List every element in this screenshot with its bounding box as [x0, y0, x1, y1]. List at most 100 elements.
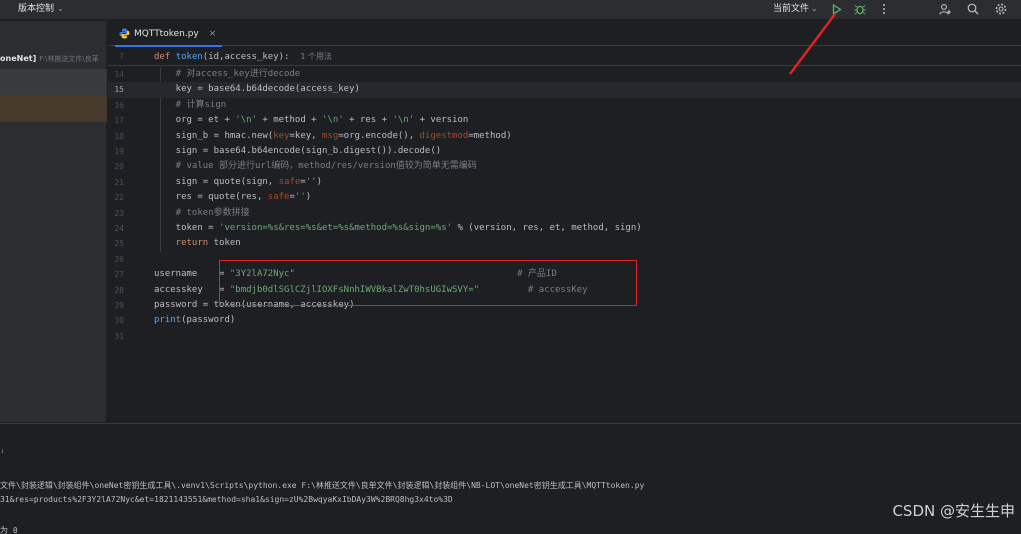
code-line[interactable]: 22 res = quote(res, safe='') — [108, 190, 1021, 205]
code-editor[interactable]: 14 # 对access_key进行decode 15 key = base64.… — [108, 67, 1021, 422]
line-number: 15 — [114, 85, 124, 95]
line-number: 28 — [114, 285, 124, 295]
code-token: '' — [294, 192, 306, 203]
usage-hint[interactable]: 1 个用法 — [300, 52, 332, 61]
code-token: =key, — [289, 130, 322, 141]
sticky-function-header[interactable]: 7 def token(id,access_key): 1 个用法 — [108, 47, 1021, 66]
add-user-icon[interactable] — [937, 0, 953, 18]
function-params: (id,access_key): — [202, 52, 290, 62]
search-icon[interactable] — [965, 0, 981, 18]
project-selection-highlight — [0, 95, 107, 122]
line-number: 16 — [114, 100, 124, 110]
close-icon[interactable]: × — [209, 29, 217, 39]
annotation-box — [219, 260, 637, 306]
code-token: + version — [414, 115, 469, 126]
code-token: # 计算sign — [154, 99, 227, 110]
line-number: 25 — [114, 239, 124, 249]
code-text: # 对access_key进行decode — [154, 67, 301, 82]
tab-mqtttoken[interactable]: MQTTtoken.py × — [113, 21, 224, 47]
code-token: ) — [316, 176, 322, 187]
code-token: + res + — [343, 115, 393, 126]
code-token: org = et + — [154, 115, 236, 126]
line-number: 22 — [114, 193, 124, 203]
line-number: 23 — [114, 208, 124, 218]
code-token: token — [208, 238, 241, 249]
run-exit-code: 为 0 — [0, 526, 18, 534]
line-number: 27 — [114, 270, 124, 280]
code-token: # 对access_key进行decode — [154, 69, 301, 79]
code-token: (password) — [181, 315, 236, 326]
line-number: 30 — [114, 316, 124, 326]
run-toolbar: ↓ — [0, 424, 1021, 456]
vcs-menu[interactable]: 版本控制 ⌄ — [18, 1, 64, 14]
code-text: res = quote(res, safe='') — [154, 190, 312, 205]
code-token: '\n' — [322, 115, 344, 126]
run-output-panel[interactable]: ↓ 文件\封装逻辑\封装组件\oneNet密钥生成工具\.venv1\Scrip… — [0, 423, 1021, 534]
code-line[interactable]: 25 return token — [108, 236, 1021, 251]
more-icon[interactable] — [876, 0, 892, 18]
code-token: key = base64.b64decode(access_key) — [154, 84, 360, 95]
python-file-icon — [119, 28, 130, 39]
code-text: token = 'version=%s&res=%s&et=%s&method=… — [154, 221, 642, 236]
code-token: res = quote(res, — [154, 192, 268, 203]
code-token: return — [154, 238, 209, 249]
code-token: # token参数拼接 — [154, 207, 250, 218]
top-toolbar: 版本控制 ⌄ 当前文件 ⌄ — [0, 0, 1021, 20]
code-token: '\n' — [235, 115, 257, 126]
scroll-mark-icon: ↓ — [0, 446, 5, 455]
code-text: sign = quote(sign, safe='') — [154, 175, 322, 190]
editor-tab-bar: MQTTtoken.py × — [108, 21, 1021, 47]
code-token: key — [273, 130, 290, 141]
watermark: CSDN @安生生申 — [892, 502, 1015, 520]
code-token: # value 部分进行url编码，method/res/version值较为简… — [154, 161, 477, 172]
settings-icon[interactable] — [993, 0, 1009, 18]
code-line[interactable]: 17 org = et + '\n' + method + '\n' + res… — [108, 113, 1021, 128]
chevron-down-icon: ⌄ — [57, 4, 64, 13]
project-name: oneNet] — [0, 54, 37, 63]
def-keyword: def — [154, 52, 171, 62]
code-text: print(password) — [154, 313, 235, 328]
code-text: sign = base64.b64encode(sign_b.digest())… — [154, 144, 442, 159]
code-text: # token参数拼接 — [154, 206, 250, 221]
debug-icon[interactable] — [852, 0, 868, 18]
project-path: F:\林推送文件\良革 — [39, 55, 99, 63]
code-token: safe — [267, 192, 290, 203]
code-line[interactable]: 18 sign_b = hmac.new(key=key, msg=org.en… — [108, 129, 1021, 144]
code-line[interactable]: 15 key = base64.b64decode(access_key) — [108, 82, 1021, 98]
code-token: sign = quote(sign, — [154, 176, 279, 187]
project-root-item[interactable]: oneNet] F:\林推送文件\良革 — [0, 54, 107, 68]
code-text: # value 部分进行url编码，method/res/version值较为简… — [154, 159, 477, 174]
code-line[interactable]: 20 # value 部分进行url编码，method/res/version值… — [108, 159, 1021, 174]
tab-label: MQTTtoken.py — [134, 28, 199, 39]
code-line[interactable]: 16 # 计算sign — [108, 98, 1021, 113]
code-token: print — [154, 315, 182, 326]
code-line[interactable]: 24 token = 'version=%s&res=%s&et=%s&meth… — [108, 221, 1021, 236]
code-text: sign_b = hmac.new(key=key, msg=org.encod… — [154, 129, 512, 144]
code-token: digestmod — [419, 130, 469, 141]
line-number: 31 — [114, 331, 124, 341]
code-token: ) — [305, 192, 312, 203]
code-token: 'version=%s&res=%s&et=%s&method=%s&sign=… — [219, 223, 453, 233]
code-token: sign = base64.b64encode(sign_b.digest())… — [154, 146, 442, 156]
run-command: 文件\封装逻辑\封装组件\oneNet密钥生成工具\.venv1\Scripts… — [0, 481, 645, 490]
code-line[interactable]: 14 # 对access_key进行decode — [108, 67, 1021, 82]
code-token: '\n' — [392, 115, 415, 126]
code-text: return token — [154, 236, 241, 251]
code-line[interactable]: 21 sign = quote(sign, safe='') — [108, 175, 1021, 190]
line-number: 17 — [114, 116, 124, 126]
code-token: + method + — [256, 115, 322, 126]
line-number: 14 — [114, 70, 124, 79]
line-number: 7 — [119, 52, 124, 61]
code-line[interactable]: 31 — [108, 329, 1021, 344]
code-line[interactable]: 30 print(password) — [108, 313, 1021, 328]
line-number: 19 — [114, 147, 124, 156]
line-number: 26 — [114, 254, 124, 264]
line-number: 29 — [114, 301, 124, 310]
code-token: =org.encode(), — [338, 130, 420, 141]
line-number: 21 — [114, 177, 124, 187]
code-line[interactable]: 19 sign = base64.b64encode(sign_b.digest… — [108, 144, 1021, 159]
line-number: 18 — [114, 131, 124, 141]
code-line[interactable]: 23 # token参数拼接 — [108, 206, 1021, 221]
vcs-label: 版本控制 — [18, 4, 55, 14]
code-token: sign_b = hmac.new( — [154, 130, 274, 141]
